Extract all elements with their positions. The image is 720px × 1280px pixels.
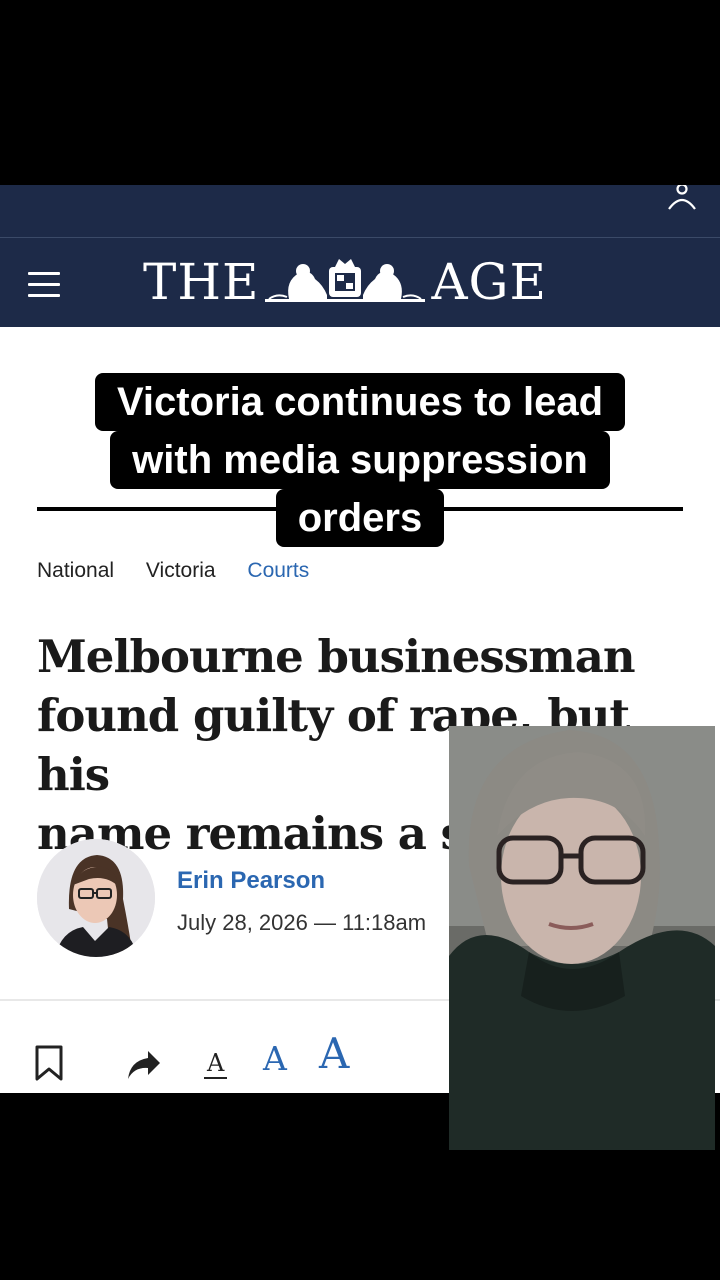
hamburger-menu-icon[interactable]: [28, 272, 60, 300]
bookmark-icon[interactable]: [34, 1045, 64, 1081]
breadcrumb-courts[interactable]: Courts: [247, 559, 309, 582]
crest-icon: [265, 259, 426, 302]
the-age-logo[interactable]: THE AGE: [143, 252, 547, 312]
share-icon[interactable]: [126, 1049, 162, 1081]
caption-line-1: Victoria continues to lead: [94, 373, 626, 431]
logo-text-right: AGE: [431, 253, 548, 311]
font-size-small-button[interactable]: A: [204, 1049, 228, 1079]
video-caption-overlay: Victoria continues to lead with media su…: [0, 373, 720, 547]
user-account-icon[interactable]: [666, 185, 698, 215]
author-avatar[interactable]: [37, 839, 155, 957]
font-size-large-button[interactable]: A: [319, 1029, 349, 1078]
breadcrumb-national[interactable]: National: [37, 559, 114, 582]
presenter-webcam: [449, 726, 715, 1150]
logo-text-left: THE: [143, 253, 260, 311]
headline-line-1: Melbourne businessman: [37, 630, 636, 683]
top-bar: [0, 185, 720, 237]
publish-date: July 28, 2026 — 11:18am: [177, 910, 427, 935]
font-size-medium-button[interactable]: A: [263, 1039, 287, 1078]
author-name-link[interactable]: Erin Pearson: [177, 867, 325, 895]
masthead: THE AGE: [0, 237, 720, 327]
caption-line-3: orders: [275, 489, 445, 547]
breadcrumb: National Victoria Courts: [37, 559, 335, 583]
breadcrumb-victoria[interactable]: Victoria: [146, 559, 216, 582]
caption-line-2: with media suppression: [110, 431, 610, 489]
